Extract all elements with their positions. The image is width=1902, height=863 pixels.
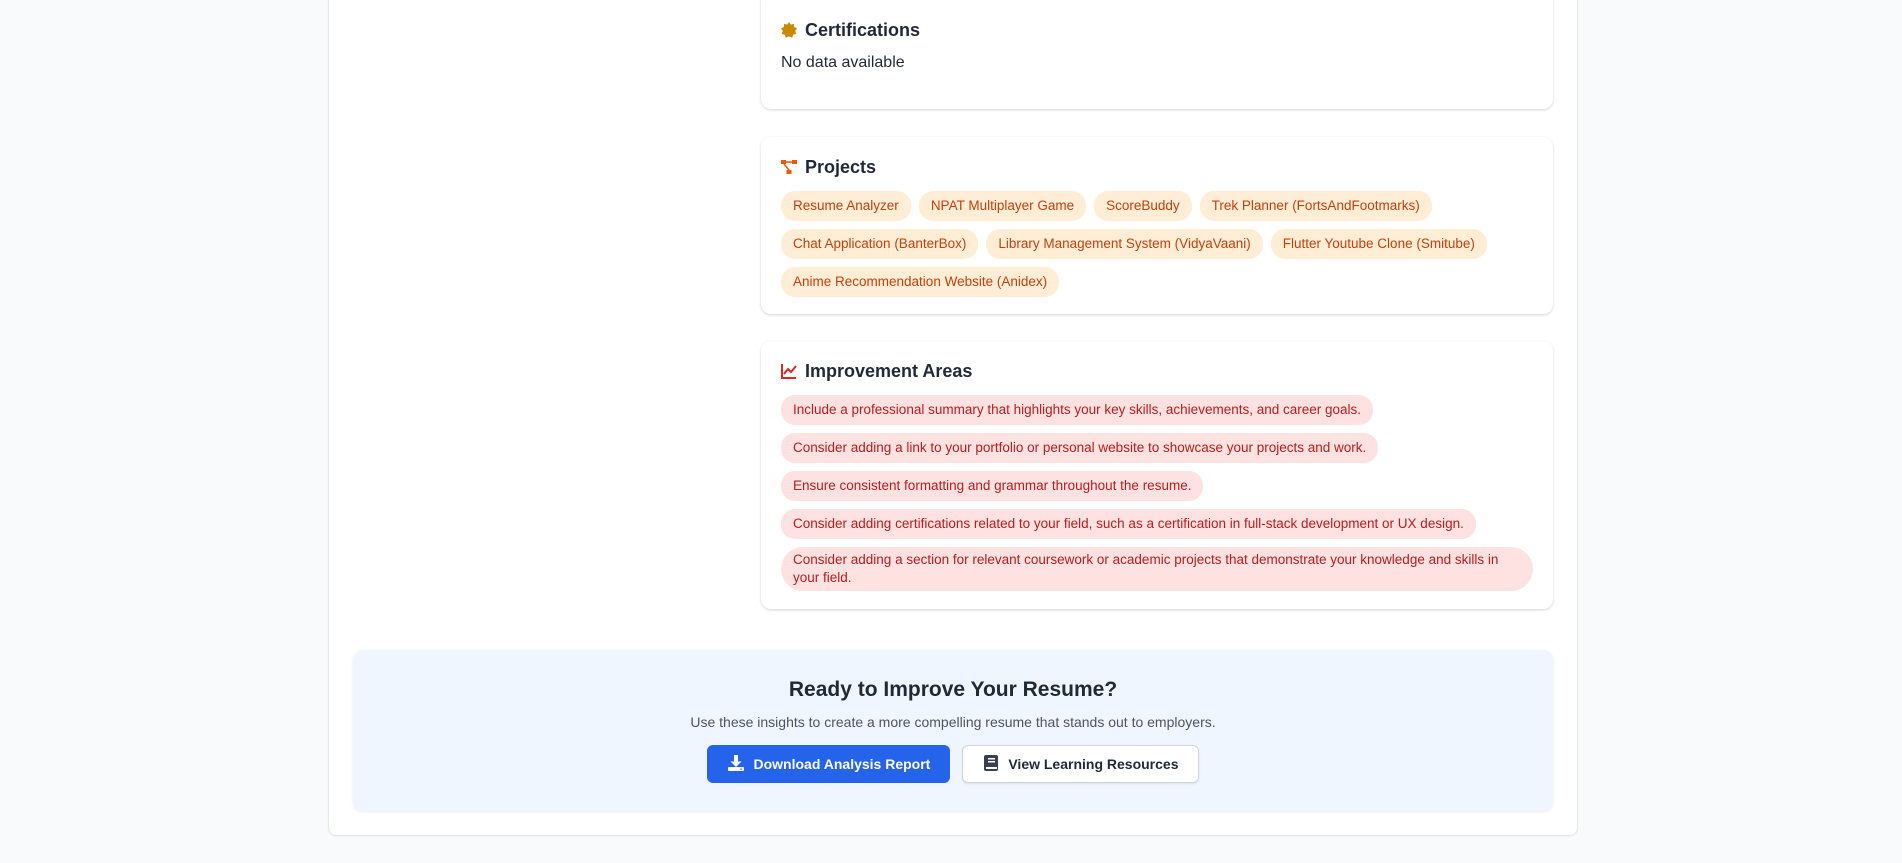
download-icon bbox=[727, 754, 745, 775]
project-tag: Chat Application (BanterBox) bbox=[781, 229, 979, 259]
learning-resources-button[interactable]: View Learning Resources bbox=[962, 745, 1200, 783]
cta-title: Ready to Improve Your Resume? bbox=[788, 678, 1118, 701]
improvement-list: Include a professional summary that high… bbox=[781, 395, 1533, 591]
improvement-areas-card: Improvement Areas Include a professional… bbox=[761, 341, 1553, 609]
cta-subtitle: Use these insights to create a more comp… bbox=[690, 714, 1216, 730]
cta-panel: Ready to Improve Your Resume? Use these … bbox=[353, 650, 1553, 811]
improvement-item: Include a professional summary that high… bbox=[781, 395, 1374, 425]
book-icon bbox=[983, 754, 999, 775]
project-diagram-icon bbox=[781, 159, 797, 175]
improvement-item: Consider adding a section for relevant c… bbox=[781, 547, 1533, 591]
certifications-header: Certifications bbox=[781, 18, 1533, 42]
download-report-button[interactable]: Download Analysis Report bbox=[706, 745, 951, 783]
project-tag: Resume Analyzer bbox=[781, 191, 911, 221]
projects-header: Projects bbox=[781, 155, 1533, 179]
project-tag: Library Management System (VidyaVaani) bbox=[986, 229, 1263, 259]
download-report-label: Download Analysis Report bbox=[753, 756, 931, 772]
certifications-empty-text: No data available bbox=[781, 54, 905, 71]
project-tag: Anime Recommendation Website (Anidex) bbox=[781, 267, 1060, 297]
learning-resources-label: View Learning Resources bbox=[1008, 756, 1179, 772]
badge-icon bbox=[781, 22, 797, 38]
improvement-item: Ensure consistent formatting and grammar… bbox=[781, 471, 1204, 501]
cta-buttons: Download Analysis Report View Learning R… bbox=[353, 745, 1553, 783]
improvement-item: Consider adding a link to your portfolio… bbox=[781, 433, 1379, 463]
project-tag: Trek Planner (FortsAndFootmarks) bbox=[1199, 191, 1432, 221]
certifications-title: Certifications bbox=[805, 19, 921, 40]
projects-card: Projects Resume Analyzer NPAT Multiplaye… bbox=[761, 137, 1553, 314]
chart-line-icon bbox=[781, 363, 797, 379]
improvement-header: Improvement Areas bbox=[781, 359, 1533, 383]
projects-tag-list: Resume Analyzer NPAT Multiplayer Game Sc… bbox=[781, 191, 1533, 297]
project-tag: Flutter Youtube Clone (Smitube) bbox=[1270, 229, 1487, 259]
project-tag: NPAT Multiplayer Game bbox=[918, 191, 1087, 221]
improvement-item: Consider adding certifications related t… bbox=[781, 509, 1476, 539]
projects-title: Projects bbox=[805, 156, 877, 177]
improvement-title: Improvement Areas bbox=[805, 360, 973, 381]
certifications-card: Certifications No data available bbox=[761, 0, 1553, 109]
project-tag: ScoreBuddy bbox=[1094, 191, 1192, 221]
